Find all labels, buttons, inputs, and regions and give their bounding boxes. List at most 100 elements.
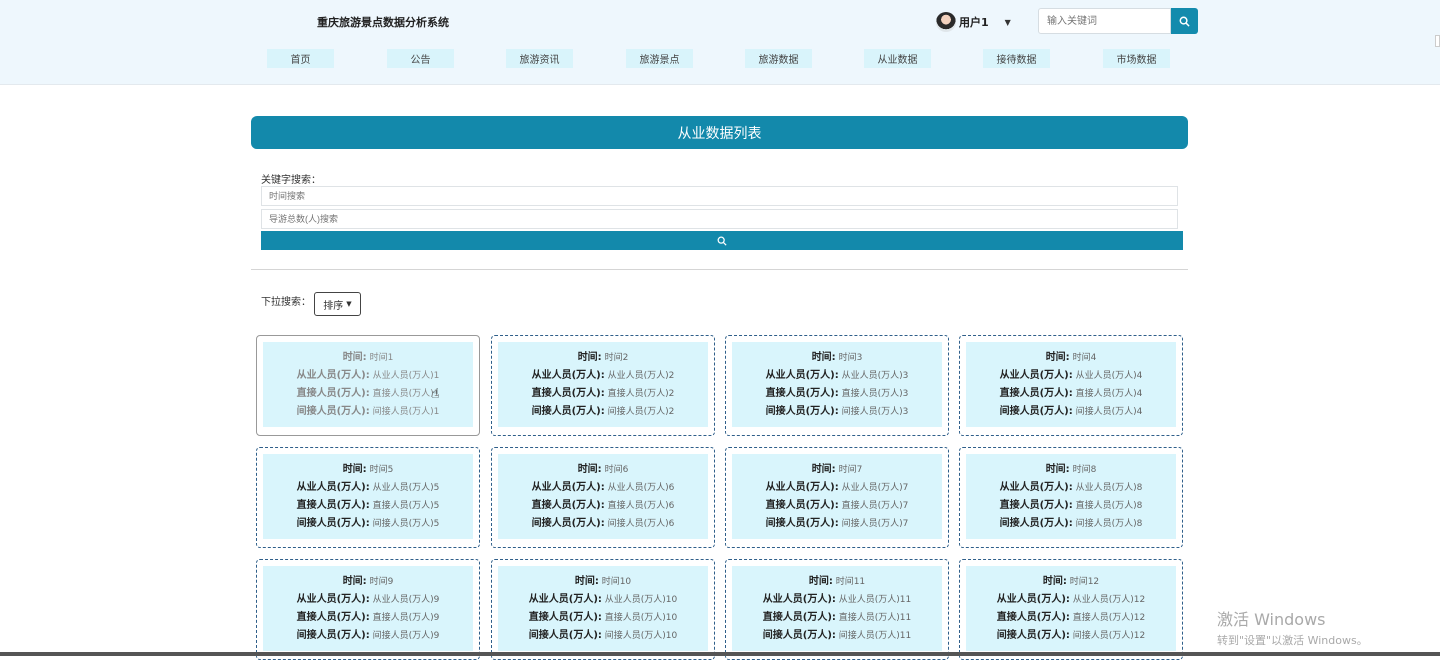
card-employees-label: 从业人员(万人): bbox=[528, 593, 602, 605]
nav-item-home[interactable]: 首页 bbox=[267, 49, 334, 68]
card-indirect-staff: 间接人员(万人): 间接人员(万人)8 bbox=[1000, 515, 1143, 533]
card-direct-staff: 直接人员(万人): 直接人员(万人)6 bbox=[532, 497, 675, 515]
guide-count-search-input[interactable] bbox=[261, 209, 1178, 229]
data-card[interactable]: 时间: 时间1 从业人员(万人): 从业人员(万人)1 直接人员(万人): 直接人员… bbox=[256, 335, 480, 436]
data-card[interactable]: 时间: 时间7 从业人员(万人): 从业人员(万人)7 直接人员(万人): 直接人员… bbox=[725, 447, 949, 548]
card-employees-label: 从业人员(万人): bbox=[296, 369, 370, 381]
card-employees: 从业人员(万人): 从业人员(万人)3 bbox=[766, 367, 909, 385]
card-indirect-staff-value: 间接人员(万人)8 bbox=[1075, 518, 1143, 529]
card-direct-staff-label: 直接人员(万人): bbox=[999, 499, 1073, 511]
card-direct-staff-value: 直接人员(万人)6 bbox=[607, 500, 675, 511]
data-card[interactable]: 时间: 时间3 从业人员(万人): 从业人员(万人)3 直接人员(万人): 直接人员… bbox=[725, 335, 949, 436]
card-time-value: 时间1 bbox=[369, 352, 394, 363]
nav-item-market-data[interactable]: 市场数据 bbox=[1103, 49, 1170, 68]
card-direct-staff: 直接人员(万人): 直接人员(万人)7 bbox=[766, 497, 909, 515]
card-employees: 从业人员(万人): 从业人员(万人)8 bbox=[1000, 479, 1143, 497]
data-card[interactable]: 时间: 时间2 从业人员(万人): 从业人员(万人)2 直接人员(万人): 直接人员… bbox=[491, 335, 715, 436]
card-employees: 从业人员(万人): 从业人员(万人)2 bbox=[532, 367, 675, 385]
data-card[interactable]: 时间: 时间6 从业人员(万人): 从业人员(万人)6 直接人员(万人): 直接人员… bbox=[491, 447, 715, 548]
site-title[interactable]: 重庆旅游景点数据分析系统 bbox=[317, 14, 449, 30]
card-employees-label: 从业人员(万人): bbox=[531, 481, 605, 493]
nav-item-travel-news[interactable]: 旅游资讯 bbox=[506, 49, 573, 68]
data-card[interactable]: 时间: 时间11 从业人员(万人): 从业人员(万人)11 直接人员(万人): 直接… bbox=[725, 559, 949, 660]
card-time: 时间: 时间4 bbox=[1046, 349, 1097, 367]
card-direct-staff-value: 直接人员(万人)3 bbox=[841, 388, 909, 399]
nav-item-employment-data[interactable]: 从业数据 bbox=[864, 49, 931, 68]
search-submit-button[interactable] bbox=[261, 231, 1183, 250]
card-direct-staff-label: 直接人员(万人): bbox=[762, 611, 836, 623]
card-time-value: 时间9 bbox=[369, 576, 394, 587]
card-direct-staff: 直接人员(万人): 直接人员(万人)1 bbox=[297, 385, 440, 403]
card-indirect-staff-value: 间接人员(万人)6 bbox=[607, 518, 675, 529]
card-indirect-staff: 间接人员(万人): 间接人员(万人)4 bbox=[1000, 403, 1143, 421]
data-card[interactable]: 时间: 时间10 从业人员(万人): 从业人员(万人)10 直接人员(万人): 直接… bbox=[491, 559, 715, 660]
user-name[interactable]: 用户1 bbox=[959, 14, 989, 30]
card-direct-staff-label: 直接人员(万人): bbox=[765, 499, 839, 511]
card-time-value: 时间4 bbox=[1072, 352, 1097, 363]
windows-activation-watermark: 激活 Windows 转到"设置"以激活 Windows。 bbox=[1217, 606, 1368, 648]
card-time-value: 时间8 bbox=[1072, 464, 1097, 475]
card-time-label: 时间: bbox=[811, 463, 836, 475]
data-card[interactable]: 时间: 时间8 从业人员(万人): 从业人员(万人)8 直接人员(万人): 直接人员… bbox=[959, 447, 1183, 548]
card-indirect-staff-value: 间接人员(万人)12 bbox=[1072, 630, 1146, 641]
chevron-down-icon[interactable]: ▼ bbox=[1005, 18, 1011, 27]
search-input[interactable] bbox=[1038, 8, 1171, 34]
card-employees-value: 从业人员(万人)3 bbox=[841, 370, 909, 381]
user-menu[interactable]: 用户1 ▼ bbox=[936, 11, 1011, 33]
card-indirect-staff-value: 间接人员(万人)3 bbox=[841, 406, 909, 417]
card-direct-staff-value: 直接人员(万人)5 bbox=[372, 500, 440, 511]
card-direct-staff: 直接人员(万人): 直接人员(万人)11 bbox=[763, 609, 912, 627]
card-time: 时间: 时间1 bbox=[343, 349, 394, 367]
card-indirect-staff-label: 间接人员(万人): bbox=[999, 405, 1073, 417]
card-direct-staff-value: 直接人员(万人)11 bbox=[838, 612, 912, 623]
card-time-label: 时间: bbox=[342, 351, 367, 363]
card-time-label: 时间: bbox=[342, 575, 367, 587]
card-employees: 从业人员(万人): 从业人员(万人)6 bbox=[532, 479, 675, 497]
card-direct-staff: 直接人员(万人): 直接人员(万人)12 bbox=[997, 609, 1146, 627]
card-indirect-staff-label: 间接人员(万人): bbox=[296, 517, 370, 529]
card-employees-label: 从业人员(万人): bbox=[296, 593, 370, 605]
card-time: 时间: 时间8 bbox=[1046, 461, 1097, 479]
card-indirect-staff: 间接人员(万人): 间接人员(万人)5 bbox=[297, 515, 440, 533]
card-indirect-staff: 间接人员(万人): 间接人员(万人)11 bbox=[763, 627, 912, 645]
data-card[interactable]: 时间: 时间4 从业人员(万人): 从业人员(万人)4 直接人员(万人): 直接人员… bbox=[959, 335, 1183, 436]
nav-item-tourism-data[interactable]: 旅游数据 bbox=[745, 49, 812, 68]
avatar[interactable] bbox=[936, 12, 956, 32]
card-body: 时间: 时间2 从业人员(万人): 从业人员(万人)2 直接人员(万人): 直接人员… bbox=[498, 342, 708, 427]
card-direct-staff-label: 直接人员(万人): bbox=[531, 387, 605, 399]
search-button[interactable] bbox=[1171, 8, 1198, 34]
card-employees: 从业人员(万人): 从业人员(万人)11 bbox=[763, 591, 912, 609]
card-time-label: 时间: bbox=[808, 575, 833, 587]
taskbar-edge bbox=[0, 652, 1440, 656]
top-header: 重庆旅游景点数据分析系统 用户1 ▼ 首页 公告 旅游资讯 旅游景点 旅游数据 … bbox=[0, 0, 1440, 85]
nav-item-notice[interactable]: 公告 bbox=[387, 49, 454, 68]
nav-item-reception-data[interactable]: 接待数据 bbox=[983, 49, 1050, 68]
card-time-value: 时间6 bbox=[604, 464, 629, 475]
card-direct-staff-label: 直接人员(万人): bbox=[296, 611, 370, 623]
search-icon bbox=[717, 236, 727, 246]
card-indirect-staff-label: 间接人员(万人): bbox=[531, 517, 605, 529]
search-icon bbox=[1179, 16, 1190, 27]
card-employees: 从业人员(万人): 从业人员(万人)9 bbox=[297, 591, 440, 609]
card-direct-staff-value: 直接人员(万人)7 bbox=[841, 500, 909, 511]
sort-dropdown[interactable]: 排序 ▼ bbox=[314, 292, 361, 316]
card-direct-staff-value: 直接人员(万人)8 bbox=[1075, 500, 1143, 511]
card-indirect-staff-value: 间接人员(万人)2 bbox=[607, 406, 675, 417]
data-card[interactable]: 时间: 时间9 从业人员(万人): 从业人员(万人)9 直接人员(万人): 直接人员… bbox=[256, 559, 480, 660]
scrollbar-thumb[interactable] bbox=[1435, 35, 1440, 47]
card-direct-staff-value: 直接人员(万人)12 bbox=[1072, 612, 1146, 623]
nav-item-attractions[interactable]: 旅游景点 bbox=[626, 49, 693, 68]
card-time-label: 时间: bbox=[1045, 463, 1070, 475]
card-body: 时间: 时间5 从业人员(万人): 从业人员(万人)5 直接人员(万人): 直接人员… bbox=[263, 454, 473, 539]
data-card[interactable]: 时间: 时间12 从业人员(万人): 从业人员(万人)12 直接人员(万人): 直接… bbox=[959, 559, 1183, 660]
time-search-input[interactable] bbox=[261, 186, 1178, 206]
card-direct-staff: 直接人员(万人): 直接人员(万人)5 bbox=[297, 497, 440, 515]
data-card[interactable]: 时间: 时间5 从业人员(万人): 从业人员(万人)5 直接人员(万人): 直接人员… bbox=[256, 447, 480, 548]
keyword-search-label: 关键字搜索： bbox=[261, 175, 321, 186]
card-time-value: 时间10 bbox=[601, 576, 632, 587]
card-time-value: 时间11 bbox=[835, 576, 866, 587]
card-indirect-staff-value: 间接人员(万人)9 bbox=[372, 630, 440, 641]
card-direct-staff-label: 直接人员(万人): bbox=[765, 387, 839, 399]
card-employees-label: 从业人员(万人): bbox=[999, 481, 1073, 493]
card-indirect-staff-value: 间接人员(万人)5 bbox=[372, 518, 440, 529]
